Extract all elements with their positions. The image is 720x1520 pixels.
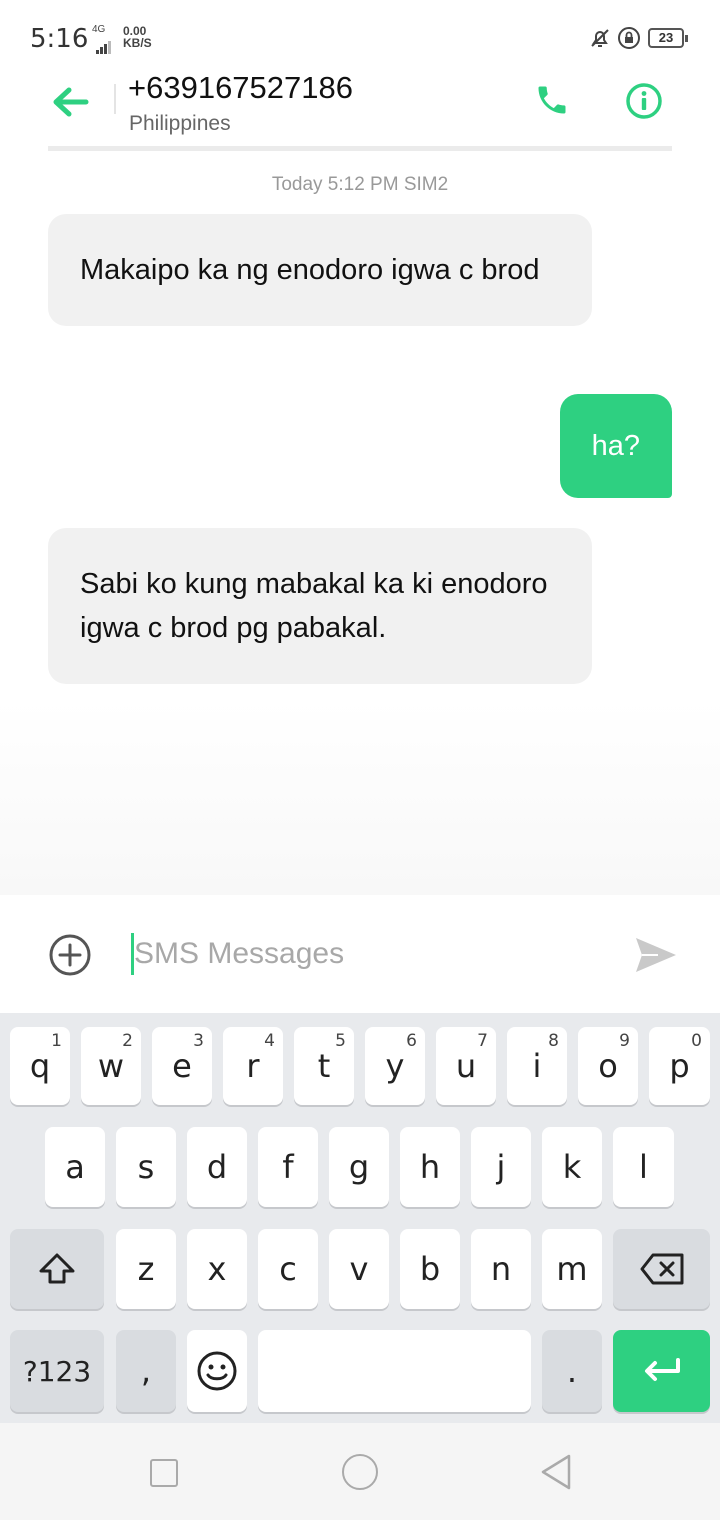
emoji-key[interactable] (187, 1330, 247, 1412)
message-input[interactable] (134, 933, 604, 975)
back-triangle-icon[interactable] (540, 1453, 572, 1491)
key-b[interactable]: b (400, 1229, 460, 1309)
key-e[interactable]: e3 (152, 1027, 212, 1105)
backspace-icon (640, 1253, 683, 1285)
key-y[interactable]: y6 (365, 1027, 425, 1105)
key-m[interactable]: m (542, 1229, 602, 1309)
network-speed: 0.00 KB/S (123, 25, 152, 49)
enter-key[interactable] (613, 1330, 710, 1412)
conversation-header: +639167527186 Philippines (0, 70, 720, 152)
key-n[interactable]: n (471, 1229, 531, 1309)
contact-location: Philippines (129, 112, 231, 135)
symbols-key[interactable]: ?123 (10, 1330, 104, 1412)
recents-icon[interactable] (150, 1459, 178, 1487)
period-key[interactable]: . (542, 1330, 602, 1412)
emoji-icon (197, 1351, 237, 1391)
shift-icon (39, 1253, 75, 1284)
battery-indicator: 23 (648, 28, 688, 48)
plus-circle-icon[interactable] (48, 933, 92, 977)
speed-unit: KB/S (123, 36, 152, 50)
backspace-key[interactable] (613, 1229, 710, 1309)
network-type: 4G (92, 24, 106, 35)
key-j[interactable]: j (471, 1127, 531, 1207)
key-o[interactable]: o9 (578, 1027, 638, 1105)
key-k[interactable]: k (542, 1127, 602, 1207)
key-q[interactable]: q1 (10, 1027, 70, 1105)
key-i[interactable]: i8 (507, 1027, 567, 1105)
phone-icon[interactable] (534, 82, 570, 118)
key-f[interactable]: f (258, 1127, 318, 1207)
key-h[interactable]: h (400, 1127, 460, 1207)
conversation-background (0, 700, 720, 895)
system-nav-bar (0, 1423, 720, 1520)
key-g[interactable]: g (329, 1127, 389, 1207)
compose-bar (0, 895, 720, 1013)
key-u[interactable]: u7 (436, 1027, 496, 1105)
rotation-lock-icon (618, 27, 640, 49)
key-s[interactable]: s (116, 1127, 176, 1207)
key-l[interactable]: l (613, 1127, 674, 1207)
key-c[interactable]: c (258, 1229, 318, 1309)
header-separator (48, 146, 672, 151)
key-a[interactable]: a (45, 1127, 105, 1207)
key-r[interactable]: r4 (223, 1027, 283, 1105)
key-d[interactable]: d (187, 1127, 247, 1207)
message-bubble-incoming[interactable]: Sabi ko kung mabakal ka ki enodoro igwa … (48, 528, 592, 684)
enter-icon (644, 1358, 680, 1381)
shift-key[interactable] (10, 1229, 104, 1309)
message-bubble-incoming[interactable]: Makaipo ka ng enodoro igwa c brod (48, 214, 592, 326)
status-time: 5:16 (30, 24, 89, 54)
send-icon[interactable] (634, 935, 678, 975)
info-icon[interactable] (625, 82, 663, 120)
key-x[interactable]: x (187, 1229, 247, 1309)
comma-key[interactable]: , (116, 1330, 176, 1412)
message-timestamp: Today 5:12 PM SIM2 (271, 174, 449, 195)
spacebar-key[interactable] (258, 1330, 531, 1412)
key-z[interactable]: z (116, 1229, 176, 1309)
key-t[interactable]: t5 (294, 1027, 354, 1105)
key-p[interactable]: p0 (649, 1027, 710, 1105)
status-bar: 5:16 4G 0.00 KB/S 23 (0, 0, 720, 76)
contact-number[interactable]: +639167527186 (128, 70, 353, 106)
home-icon[interactable] (342, 1454, 378, 1490)
key-w[interactable]: w2 (81, 1027, 141, 1105)
signal-icon: 4G (92, 24, 122, 54)
key-v[interactable]: v (329, 1229, 389, 1309)
header-divider (114, 84, 116, 114)
bell-muted-icon (591, 29, 609, 47)
on-screen-keyboard: q1 w2 e3 r4 t5 y6 u7 i8 o9 p0 a s d f g … (0, 1013, 720, 1423)
message-bubble-outgoing[interactable]: ha? (559, 394, 672, 498)
back-arrow-icon[interactable] (50, 84, 90, 120)
